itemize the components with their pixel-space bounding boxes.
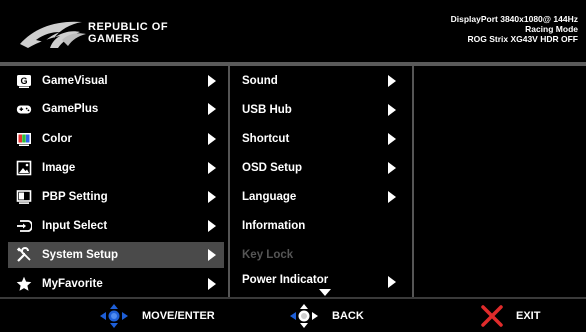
chevron-right-icon xyxy=(208,133,216,145)
menu-item-gamevisual[interactable]: G GameVisual xyxy=(8,68,224,94)
chevron-right-icon xyxy=(208,191,216,203)
menu-item-image[interactable]: Image xyxy=(8,155,224,181)
model-hdr-status: ROG Strix XG43V HDR OFF xyxy=(467,34,578,44)
menu-item-label: GamePlus xyxy=(42,103,99,115)
menu-item-input-select[interactable]: Input Select xyxy=(8,213,224,239)
brand-wordmark: REPUBLIC OF GAMERS xyxy=(88,21,168,45)
gamevisual-icon: G xyxy=(16,73,32,89)
chevron-right-icon xyxy=(208,278,216,290)
gamepad-icon xyxy=(16,101,32,117)
menu-item-label: PBP Setting xyxy=(42,191,108,203)
submenu-item-label: Sound xyxy=(242,75,278,87)
submenu-item-shortcut[interactable]: Shortcut xyxy=(234,126,404,152)
submenu-item-label: Power Indicator xyxy=(242,274,329,286)
joystick-back-icon xyxy=(290,303,318,328)
chevron-right-icon xyxy=(208,220,216,232)
submenu-item-label: Information xyxy=(242,220,306,232)
chevron-right-icon xyxy=(208,249,216,261)
submenu-item-label: Key Lock xyxy=(242,249,294,261)
chevron-right-icon xyxy=(388,276,396,288)
menu-item-myfavorite[interactable]: MyFavorite xyxy=(8,271,224,297)
pbp-icon xyxy=(16,189,32,205)
menu-item-label: GameVisual xyxy=(42,75,108,87)
main-menu: G GameVisual GamePlus Color Image PBP Se… xyxy=(0,66,228,297)
star-icon xyxy=(16,276,32,292)
close-x-icon xyxy=(481,304,503,327)
menu-item-label: Input Select xyxy=(42,220,108,232)
image-icon xyxy=(16,160,32,176)
submenu-item-osd-setup[interactable]: OSD Setup xyxy=(234,155,404,181)
submenu-item-usb-hub[interactable]: USB Hub xyxy=(234,97,404,123)
submenu-item-label: OSD Setup xyxy=(242,162,303,174)
submenu-item-label: Language xyxy=(242,191,297,203)
back-button[interactable]: BACK xyxy=(288,299,364,332)
exit-label: EXIT xyxy=(516,309,541,322)
detail-pane xyxy=(414,66,586,297)
menu-item-label: Image xyxy=(42,162,76,174)
brand-line-1: REPUBLIC OF xyxy=(88,21,169,33)
chevron-right-icon xyxy=(388,104,396,116)
menu-item-label: MyFavorite xyxy=(42,278,103,290)
picture-mode: Racing Mode xyxy=(525,24,578,34)
menu-item-color[interactable]: Color xyxy=(8,126,224,152)
submenu-item-language[interactable]: Language xyxy=(234,184,404,210)
wrench-screwdriver-icon xyxy=(16,247,32,263)
chevron-right-icon xyxy=(388,133,396,145)
color-icon xyxy=(16,131,32,147)
osd-header: REPUBLIC OF GAMERS DisplayPort 3840x1080… xyxy=(0,0,586,62)
move-enter-button[interactable]: MOVE/ENTER xyxy=(98,299,215,332)
chevron-right-icon xyxy=(208,75,216,87)
chevron-right-icon xyxy=(208,162,216,174)
joystick-move-icon xyxy=(100,303,128,328)
move-enter-label: MOVE/ENTER xyxy=(142,309,215,322)
chevron-right-icon xyxy=(388,75,396,87)
scroll-down-icon[interactable] xyxy=(319,289,331,296)
svg-text:G: G xyxy=(20,76,27,86)
chevron-right-icon xyxy=(208,103,216,115)
brand-line-2: GAMERS xyxy=(88,33,140,45)
submenu-item-sound[interactable]: Sound xyxy=(234,68,404,94)
signal-resolution: DisplayPort 3840x1080@ 144Hz xyxy=(450,14,578,24)
submenu-item-information[interactable]: Information xyxy=(234,213,404,239)
submenu: Sound USB Hub Shortcut OSD Setup Languag… xyxy=(230,66,412,297)
input-select-icon xyxy=(16,218,32,234)
back-label: BACK xyxy=(332,309,364,322)
menu-item-label: System Setup xyxy=(42,249,119,261)
submenu-item-label: USB Hub xyxy=(242,104,292,116)
menu-item-pbp-setting[interactable]: PBP Setting xyxy=(8,184,224,210)
submenu-item-label: Shortcut xyxy=(242,133,290,145)
menu-item-label: Color xyxy=(42,133,73,145)
signal-info: DisplayPort 3840x1080@ 144Hz Racing Mode… xyxy=(451,14,578,44)
chevron-right-icon xyxy=(388,162,396,174)
exit-button[interactable]: EXIT xyxy=(480,299,540,332)
submenu-item-key-lock: Key Lock xyxy=(234,242,404,268)
menu-item-gameplus[interactable]: GamePlus xyxy=(8,96,224,122)
chevron-right-icon xyxy=(388,191,396,203)
menu-item-system-setup[interactable]: System Setup xyxy=(8,242,224,268)
osd-footer: MOVE/ENTER BACK EXIT xyxy=(0,299,586,332)
